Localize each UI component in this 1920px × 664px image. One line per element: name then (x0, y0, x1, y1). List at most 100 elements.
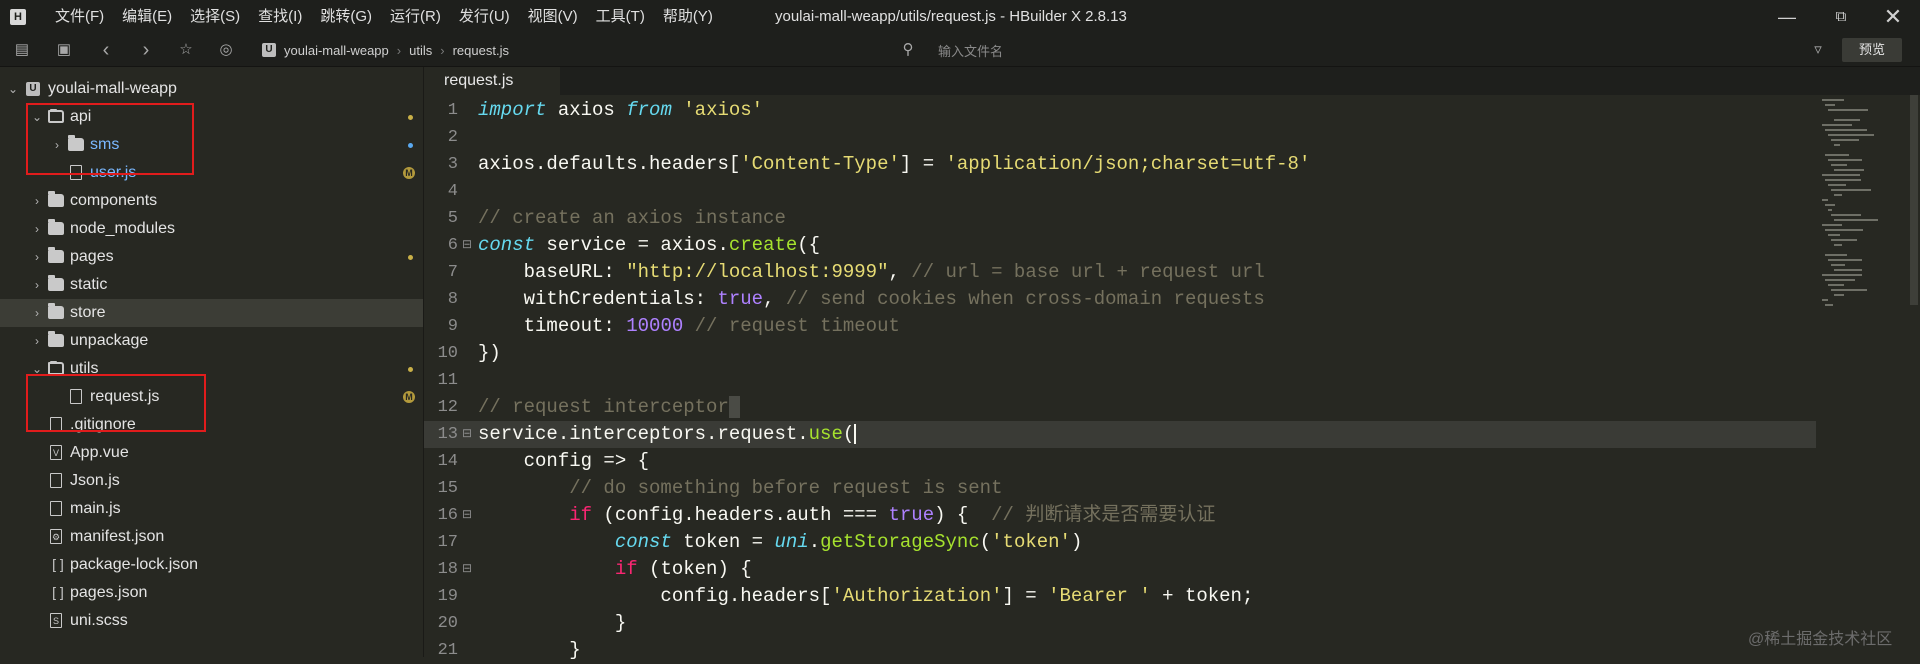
file-icon: [ ] (52, 556, 64, 572)
chevron-right-icon[interactable]: › (30, 299, 44, 327)
tree-item[interactable]: [ ] package-lock.json (0, 551, 423, 579)
minimap-line (1831, 214, 1861, 216)
minimize-icon[interactable]: — (1760, 0, 1814, 34)
code-text: }) (478, 340, 501, 367)
code-editor[interactable]: 1 import axios from 'axios' 2 3 axios.defaul… (424, 95, 1816, 661)
folder-icon (48, 219, 64, 235)
code-token: (config.headers.auth === (592, 504, 889, 526)
tree-item[interactable]: [ ] pages.json (0, 579, 423, 607)
minimap[interactable] (1816, 95, 1920, 657)
code-token: , (763, 288, 786, 310)
menu-view[interactable]: 视图(V) (519, 0, 587, 34)
code-line: 19 config.headers['Authorization'] = 'Be… (424, 583, 1816, 610)
code-token: const (614, 531, 672, 553)
chevron-right-icon[interactable]: › (30, 187, 44, 215)
code-token: ] = (1002, 585, 1049, 607)
code-line: 15 // do something before request is sen… (424, 475, 1816, 502)
code-token: 'Content-Type' (740, 153, 900, 175)
menu-file[interactable]: 文件(F) (46, 0, 113, 34)
tree-item[interactable]: › components (0, 187, 423, 215)
tab-request-js[interactable]: request.js (424, 67, 560, 95)
tree-item[interactable]: ⚙ manifest.json (0, 523, 423, 551)
code-token: use (808, 423, 843, 445)
editor-scrollbar[interactable] (1910, 95, 1918, 305)
code-token: // do something before request is sent (478, 477, 1003, 499)
breadcrumb-project[interactable]: youlai-mall-weapp (284, 43, 389, 58)
tree-item[interactable]: › node_modules (0, 215, 423, 243)
minimap-line (1831, 239, 1857, 241)
tree-item[interactable]: › pages (0, 243, 423, 271)
chevron-right-icon[interactable]: › (30, 215, 44, 243)
new-file-icon[interactable]: ▤ (12, 40, 32, 60)
fold-icon[interactable]: ⊟ (462, 232, 472, 259)
tree-item[interactable]: › store (0, 299, 423, 327)
filter-icon[interactable]: ▿ (1808, 40, 1828, 60)
tree-root[interactable]: ⌄ U youlai-mall-weapp (0, 75, 423, 103)
code-line: 21 } (424, 637, 1816, 664)
chevron-right-icon[interactable]: › (30, 243, 44, 271)
tree-item[interactable]: › static (0, 271, 423, 299)
tree-item-label: App.vue (70, 444, 129, 461)
minimap-line (1828, 184, 1846, 186)
code-token: import (478, 99, 547, 121)
chevron-right-icon[interactable]: › (30, 327, 44, 355)
code-token: // request interceptor (478, 396, 729, 418)
file-search-input[interactable] (936, 38, 1540, 64)
code-token: config.headers[ (478, 585, 832, 607)
code-line: 8 withCredentials: true, // send cookies… (424, 286, 1816, 313)
breadcrumb-file[interactable]: request.js (453, 43, 509, 58)
tree-item-label: pages.json (70, 584, 148, 601)
menu-run[interactable]: 运行(R) (381, 0, 450, 34)
maximize-icon[interactable]: ⧉ (1814, 0, 1868, 34)
code-token: }) (478, 342, 501, 364)
code-token: const (478, 234, 536, 256)
code-line: 20 } (424, 610, 1816, 637)
folder-icon (48, 275, 64, 291)
menu-select[interactable]: 选择(S) (181, 0, 249, 34)
fold-icon[interactable]: ⊟ (462, 556, 472, 583)
breadcrumb-folder[interactable]: utils (409, 43, 432, 58)
menu-edit[interactable]: 编辑(E) (113, 0, 181, 34)
close-icon[interactable]: ✕ (1866, 0, 1920, 34)
run-icon[interactable]: ◎ (216, 40, 236, 60)
minimap-line (1825, 104, 1835, 106)
fold-icon[interactable]: ⊟ (462, 502, 472, 529)
modified-badge-icon: M (403, 391, 415, 403)
line-number: 11 (437, 371, 458, 390)
menu-help[interactable]: 帮助(Y) (654, 0, 722, 34)
minimap-line (1834, 119, 1860, 121)
menu-publish[interactable]: 发行(U) (450, 0, 519, 34)
tree-item[interactable]: main.js (0, 495, 423, 523)
line-number: 13 (437, 425, 458, 444)
file-search: ⚲ (890, 38, 1790, 64)
code-token: } (478, 639, 581, 661)
tree-item[interactable]: Suni.scss (0, 607, 423, 635)
menu-goto[interactable]: 跳转(G) (311, 0, 381, 34)
minimap-line (1828, 134, 1874, 136)
code-token: withCredentials: (478, 288, 718, 310)
forward-icon[interactable]: › (136, 40, 156, 60)
code-token: ) { (934, 504, 992, 526)
preview-button[interactable]: 预览 (1842, 38, 1902, 62)
code-token: getStorageSync (820, 531, 980, 553)
minimap-line (1831, 289, 1867, 291)
tree-item[interactable]: Json.js (0, 467, 423, 495)
minimap-line (1834, 194, 1842, 196)
minimap-line (1822, 224, 1842, 226)
save-icon[interactable]: ▣ (54, 40, 74, 60)
tree-item-label: Json.js (70, 472, 120, 489)
tree-item[interactable]: › unpackage (0, 327, 423, 355)
tree-item[interactable]: V App.vue (0, 439, 423, 467)
chevron-right-icon[interactable]: › (30, 271, 44, 299)
minimap-line (1828, 109, 1868, 111)
line-number: 9 (447, 317, 458, 336)
fold-icon[interactable]: ⊟ (462, 421, 472, 448)
hbuilder-logo-icon: H (10, 9, 26, 25)
menu-find[interactable]: 查找(I) (249, 0, 311, 34)
menu-tools[interactable]: 工具(T) (587, 0, 654, 34)
back-icon[interactable]: ‹ (96, 40, 116, 60)
star-icon[interactable]: ☆ (176, 40, 196, 60)
tree-item-label: node_modules (70, 220, 175, 237)
